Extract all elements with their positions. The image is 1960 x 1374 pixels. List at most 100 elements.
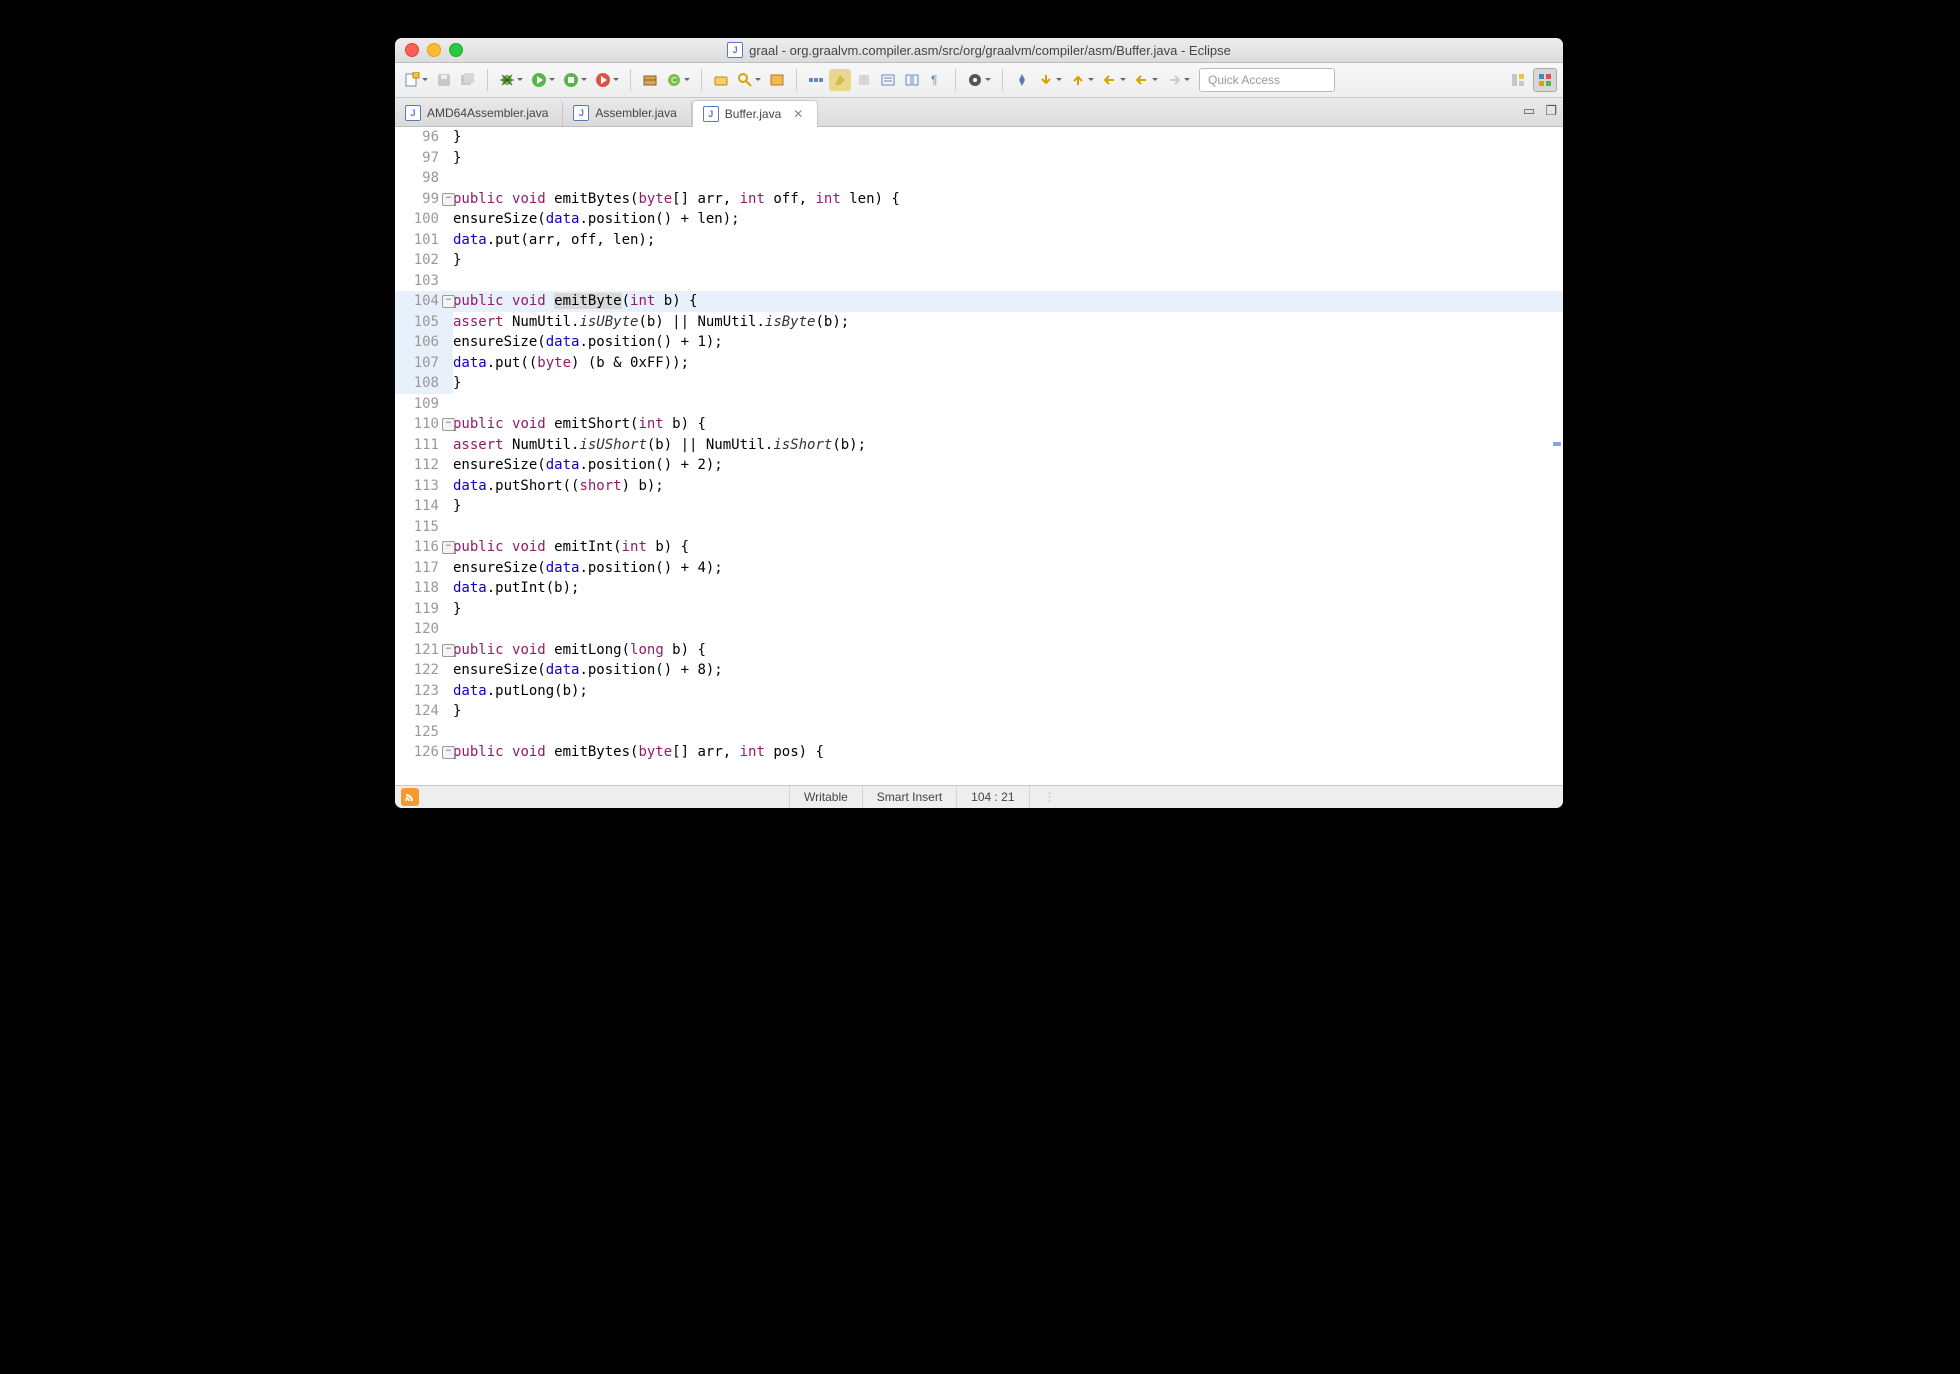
line-number[interactable]: 117: [395, 558, 453, 579]
code-line[interactable]: 123 data.putLong(b);: [395, 681, 1563, 702]
code-content[interactable]: }: [453, 496, 1563, 517]
line-number[interactable]: 96: [395, 127, 453, 148]
code-line[interactable]: 102 }: [395, 250, 1563, 271]
code-line[interactable]: 118 data.putInt(b);: [395, 578, 1563, 599]
toggle-breadcrumb-button[interactable]: [805, 69, 827, 91]
line-number[interactable]: 106: [395, 332, 453, 353]
code-content[interactable]: }: [453, 127, 1563, 148]
code-line[interactable]: 112 ensureSize(data.position() + 2);: [395, 455, 1563, 476]
line-number[interactable]: 99−: [395, 189, 453, 210]
line-number[interactable]: 101: [395, 230, 453, 251]
code-content[interactable]: assert NumUtil.isUByte(b) || NumUtil.isB…: [453, 312, 1563, 333]
fold-toggle-icon[interactable]: −: [442, 746, 455, 759]
code-line[interactable]: 121− public void emitLong(long b) {: [395, 640, 1563, 661]
code-content[interactable]: data.put(arr, off, len);: [453, 230, 1563, 251]
fold-toggle-icon[interactable]: −: [442, 541, 455, 554]
code-line[interactable]: 115: [395, 517, 1563, 538]
code-line[interactable]: 122 ensureSize(data.position() + 8);: [395, 660, 1563, 681]
close-window-button[interactable]: [405, 43, 419, 57]
code-content[interactable]: data.putLong(b);: [453, 681, 1563, 702]
line-number[interactable]: 105: [395, 312, 453, 333]
quick-access-input[interactable]: Quick Access: [1199, 68, 1335, 92]
next-annotation-button[interactable]: [1035, 69, 1057, 91]
forward-button[interactable]: [1163, 69, 1185, 91]
code-content[interactable]: [453, 619, 1563, 640]
line-number[interactable]: 98: [395, 168, 453, 189]
editor-tab[interactable]: JAMD64Assembler.java: [395, 100, 563, 126]
code-content[interactable]: }: [453, 373, 1563, 394]
back-button[interactable]: [1131, 69, 1153, 91]
code-line[interactable]: 101 data.put(arr, off, len);: [395, 230, 1563, 251]
code-line[interactable]: 107 data.put((byte) (b & 0xFF));: [395, 353, 1563, 374]
code-line[interactable]: 97 }: [395, 148, 1563, 169]
line-number[interactable]: 102: [395, 250, 453, 271]
code-line[interactable]: 119 }: [395, 599, 1563, 620]
code-content[interactable]: }: [453, 599, 1563, 620]
scroll-overview-ruler[interactable]: [1549, 127, 1563, 785]
line-number[interactable]: 122: [395, 660, 453, 681]
zoom-window-button[interactable]: [449, 43, 463, 57]
rss-icon[interactable]: [401, 788, 419, 806]
code-content[interactable]: [453, 722, 1563, 743]
code-content[interactable]: public void emitBytes(byte[] arr, int po…: [453, 742, 1563, 763]
code-line[interactable]: 111 assert NumUtil.isUShort(b) || NumUti…: [395, 435, 1563, 456]
code-content[interactable]: }: [453, 701, 1563, 722]
line-number[interactable]: 109: [395, 394, 453, 415]
code-editor[interactable]: 96 }97 }9899− public void emitBytes(byte…: [395, 127, 1563, 785]
code-line[interactable]: 106 ensureSize(data.position() + 1);: [395, 332, 1563, 353]
code-content[interactable]: [453, 517, 1563, 538]
run-last-button[interactable]: [592, 69, 614, 91]
maximize-view-icon[interactable]: ❐: [1545, 103, 1557, 119]
code-content[interactable]: ensureSize(data.position() + 2);: [453, 455, 1563, 476]
code-line[interactable]: 117 ensureSize(data.position() + 4);: [395, 558, 1563, 579]
close-tab-icon[interactable]: ✕: [793, 107, 803, 121]
code-line[interactable]: 126− public void emitBytes(byte[] arr, i…: [395, 742, 1563, 763]
code-content[interactable]: public void emitByte(int b) {: [453, 291, 1563, 312]
line-number[interactable]: 120: [395, 619, 453, 640]
minimize-window-button[interactable]: [427, 43, 441, 57]
line-number[interactable]: 107: [395, 353, 453, 374]
open-task-button[interactable]: [766, 69, 788, 91]
code-line[interactable]: 113 data.putShort((short) b);: [395, 476, 1563, 497]
line-number[interactable]: 118: [395, 578, 453, 599]
code-line[interactable]: 125: [395, 722, 1563, 743]
line-number[interactable]: 111: [395, 435, 453, 456]
code-content[interactable]: ensureSize(data.position() + 8);: [453, 660, 1563, 681]
code-line[interactable]: 100 ensureSize(data.position() + len);: [395, 209, 1563, 230]
annotation-button[interactable]: [964, 69, 986, 91]
paragraph-button[interactable]: ¶: [925, 69, 947, 91]
code-line[interactable]: 96 }: [395, 127, 1563, 148]
coverage-button[interactable]: [560, 69, 582, 91]
minimize-view-icon[interactable]: ▭: [1523, 103, 1535, 119]
save-all-button[interactable]: [457, 69, 479, 91]
code-line[interactable]: 114 }: [395, 496, 1563, 517]
code-line[interactable]: 104− public void emitByte(int b) {: [395, 291, 1563, 312]
open-perspective-button[interactable]: [1507, 69, 1529, 91]
code-content[interactable]: ensureSize(data.position() + 4);: [453, 558, 1563, 579]
line-number[interactable]: 119: [395, 599, 453, 620]
code-line[interactable]: 98: [395, 168, 1563, 189]
code-content[interactable]: }: [453, 148, 1563, 169]
code-content[interactable]: [453, 271, 1563, 292]
code-content[interactable]: [453, 394, 1563, 415]
line-number[interactable]: 113: [395, 476, 453, 497]
code-content[interactable]: ensureSize(data.position() + 1);: [453, 332, 1563, 353]
editor-tab[interactable]: JAssembler.java: [563, 100, 691, 126]
code-line[interactable]: 116− public void emitInt(int b) {: [395, 537, 1563, 558]
new-class-button[interactable]: C: [663, 69, 685, 91]
line-number[interactable]: 123: [395, 681, 453, 702]
code-line[interactable]: 120: [395, 619, 1563, 640]
line-number[interactable]: 125: [395, 722, 453, 743]
line-number[interactable]: 114: [395, 496, 453, 517]
last-edit-button[interactable]: [1099, 69, 1121, 91]
code-content[interactable]: data.putShort((short) b);: [453, 476, 1563, 497]
save-button[interactable]: [433, 69, 455, 91]
new-package-button[interactable]: [639, 69, 661, 91]
code-content[interactable]: [453, 168, 1563, 189]
code-content[interactable]: public void emitBytes(byte[] arr, int of…: [453, 189, 1563, 210]
code-content[interactable]: public void emitLong(long b) {: [453, 640, 1563, 661]
line-number[interactable]: 103: [395, 271, 453, 292]
pin-button[interactable]: [1011, 69, 1033, 91]
code-line[interactable]: 103: [395, 271, 1563, 292]
code-content[interactable]: data.putInt(b);: [453, 578, 1563, 599]
